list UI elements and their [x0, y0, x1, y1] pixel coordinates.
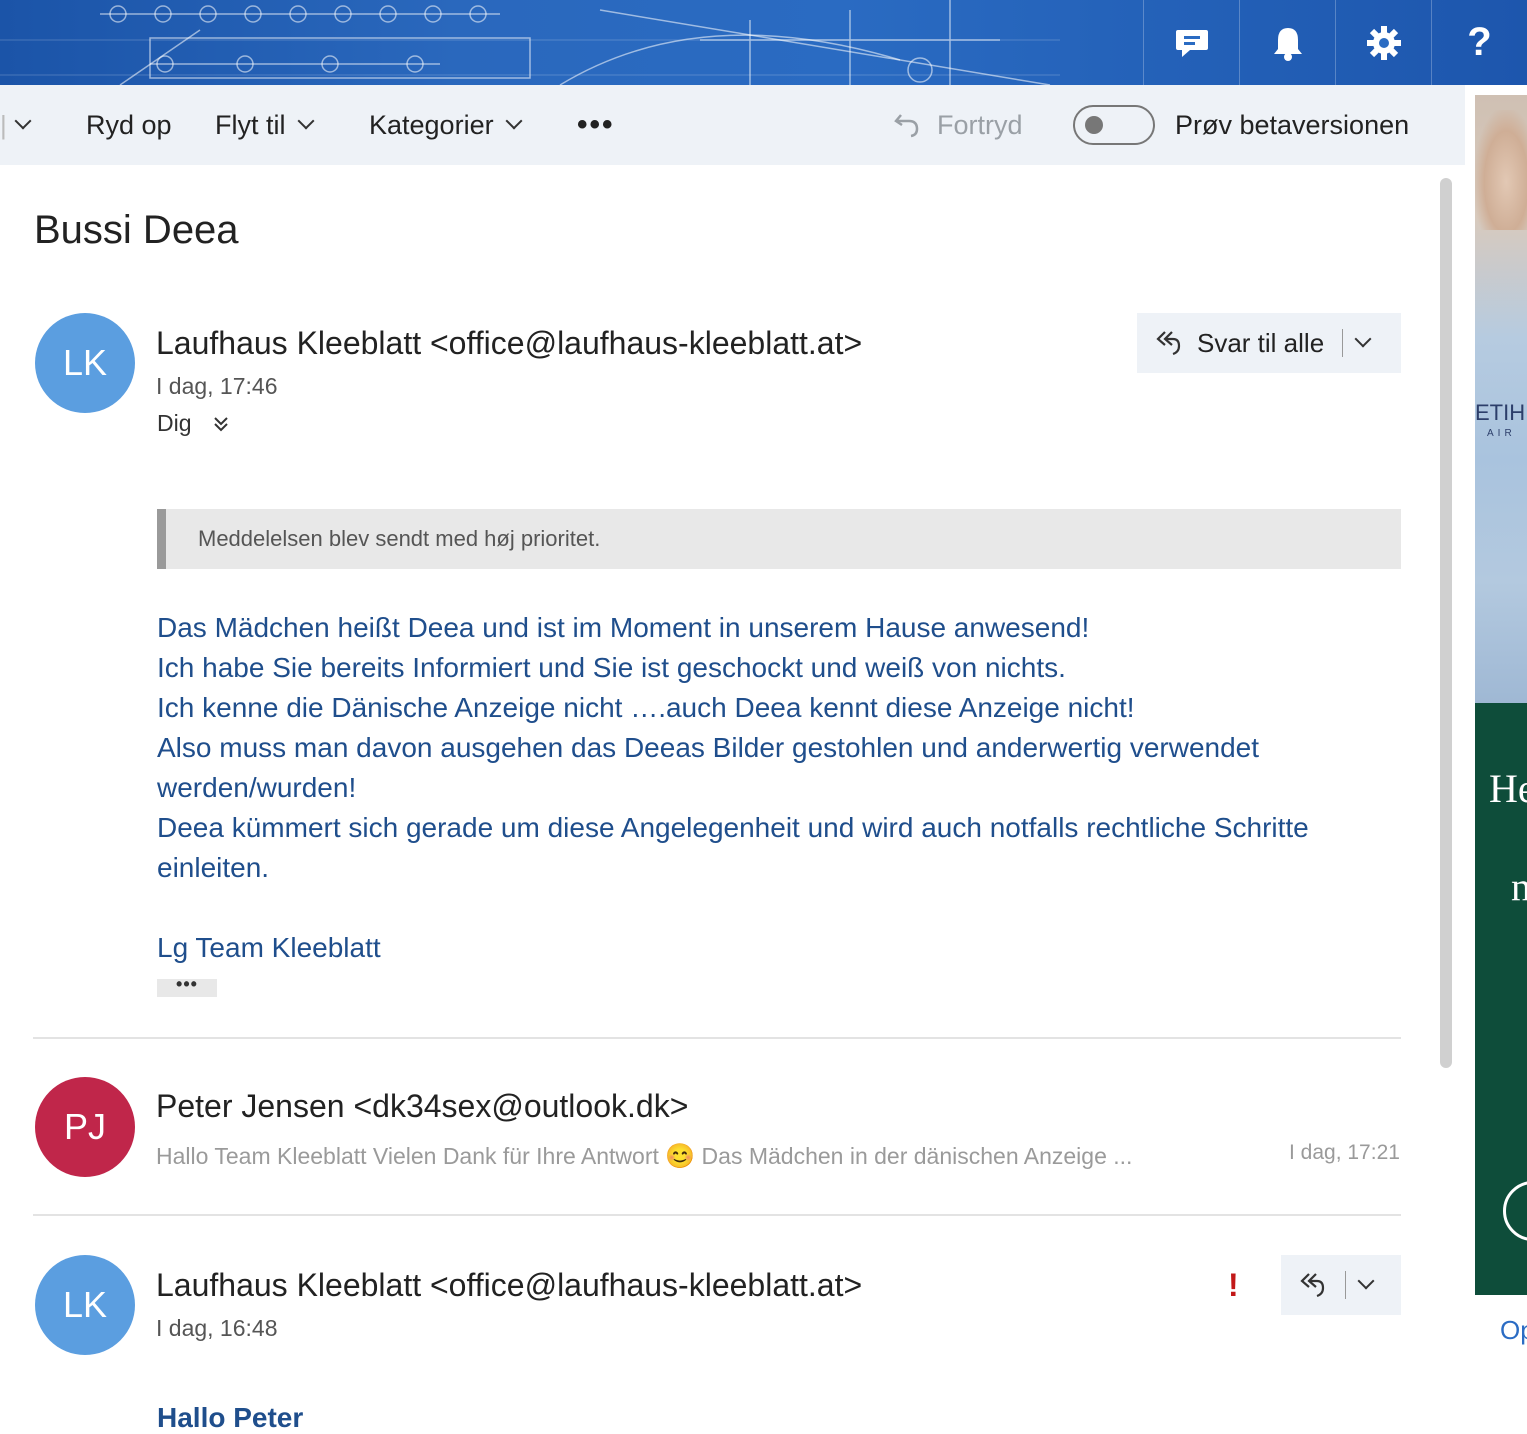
help-icon[interactable]: ? — [1431, 0, 1527, 85]
avatar[interactable]: LK — [35, 313, 135, 413]
body-line: Ich habe Sie bereits Informiert und Sie … — [157, 652, 1066, 683]
sweep-button[interactable]: Ryd op — [86, 85, 172, 165]
body-line: Also muss man davon ausgehen das Deeas B… — [157, 732, 1260, 763]
reply-all-icon — [1156, 331, 1181, 356]
categories-button[interactable]: Kategorier — [369, 85, 523, 165]
categories-label: Kategorier — [369, 109, 494, 140]
ad-line: n — [1511, 864, 1527, 909]
show-quoted-label: ••• — [176, 974, 198, 994]
ad-photo: ETIH AIR — [1475, 95, 1527, 703]
message-time: I dag, 17:46 — [156, 373, 278, 399]
body-line: werden/wurden! — [157, 772, 357, 803]
advertisement-panel[interactable]: ETIH AIR He n — [1475, 95, 1527, 1295]
sweep-label: Ryd op — [86, 109, 172, 140]
body-line: Ich kenne die Dänische Anzeige nicht ….a… — [157, 692, 1135, 723]
reply-all-button[interactable]: Svar til alle — [1137, 313, 1401, 373]
priority-notice: Meddelelsen blev sendt med høj prioritet… — [157, 509, 1401, 569]
priority-notice-text: Meddelelsen blev sendt med høj prioritet… — [198, 526, 601, 551]
sender-name[interactable]: Laufhaus Kleeblatt <office@laufhaus-klee… — [156, 1267, 862, 1304]
header-banner: ? — [0, 0, 1527, 85]
ad-heading: He — [1489, 766, 1527, 811]
more-actions-button[interactable]: ••• — [577, 85, 615, 165]
toolbar-overflow-dropdown[interactable]: | — [0, 85, 32, 165]
more-actions-label: ••• — [577, 108, 615, 141]
reading-pane-scrollbar[interactable] — [1440, 178, 1452, 1068]
chevron-down-icon — [505, 112, 523, 130]
beta-toggle[interactable] — [1073, 85, 1155, 165]
signature: Lg Team Kleeblatt — [157, 932, 381, 963]
high-importance-icon: ! — [1228, 1267, 1239, 1303]
undo-label: Fortryd — [937, 109, 1023, 140]
body-line: einleiten. — [157, 852, 270, 883]
message-subject: Bussi Deea — [34, 208, 239, 252]
sender-name[interactable]: Laufhaus Kleeblatt <office@laufhaus-klee… — [156, 325, 862, 362]
thread-divider — [33, 1037, 1401, 1039]
ad-jersey-subtext: AIR — [1487, 428, 1516, 439]
avatar[interactable]: LK — [35, 1255, 135, 1355]
body-line: Deea kümmert sich gerade um diese Angele… — [157, 812, 1309, 843]
ad-link[interactable]: Op — [1500, 1315, 1527, 1346]
recipient-label: Dig — [157, 410, 192, 436]
avatar-initials: PJ — [63, 1106, 106, 1147]
command-toolbar: | Ryd op Flyt til Kategorier ••• Fortryd… — [0, 85, 1465, 165]
gear-icon[interactable] — [1335, 0, 1431, 85]
preview-text: Hallo Team Kleeblatt Vielen Dank für Ihr… — [156, 1143, 659, 1169]
show-quoted-text-button[interactable]: ••• — [157, 975, 217, 997]
expand-recipients-icon[interactable] — [212, 415, 230, 433]
avatar-initials: LK — [62, 1284, 108, 1325]
smiley-emoji-icon: 😊 — [665, 1143, 696, 1170]
avatar[interactable]: PJ — [35, 1077, 135, 1177]
bell-icon[interactable] — [1239, 0, 1335, 85]
recipients-row[interactable]: Dig — [157, 410, 230, 437]
avatar-initials: LK — [62, 342, 108, 383]
beta-toggle-switch[interactable] — [1073, 105, 1155, 145]
message-preview[interactable]: Hallo Team Kleeblatt Vielen Dank für Ihr… — [156, 1142, 1132, 1171]
move-to-button[interactable]: Flyt til — [215, 85, 314, 165]
chevron-down-icon — [297, 112, 314, 130]
move-to-label: Flyt til — [215, 109, 286, 140]
beta-label: Prøv betaversionen — [1175, 109, 1410, 140]
body-greeting: Hallo Peter — [157, 1402, 304, 1433]
ad-banner: He n — [1475, 703, 1527, 1295]
reply-options-chevron-icon[interactable] — [1354, 330, 1372, 348]
ad-jersey-text: ETIH — [1475, 400, 1526, 425]
body-line: Das Mädchen heißt Deea und ist im Moment… — [157, 612, 1090, 643]
message-time: I dag, 16:48 — [156, 1315, 278, 1341]
chat-icon[interactable] — [1143, 0, 1239, 85]
preview-text: Das Mädchen in der dänischen Anzeige ... — [701, 1143, 1133, 1169]
reply-all-button[interactable] — [1281, 1255, 1401, 1315]
reply-all-icon — [1300, 1273, 1325, 1298]
undo-icon — [894, 114, 919, 138]
sender-name[interactable]: Peter Jensen <dk34sex@outlook.dk> — [156, 1088, 688, 1125]
undo-button[interactable]: Fortryd — [893, 85, 1023, 165]
reply-all-label: Svar til alle — [1197, 327, 1325, 358]
reply-options-chevron-icon[interactable] — [1357, 1272, 1375, 1290]
message-time: I dag, 17:21 — [1289, 1141, 1400, 1164]
blueprint-pattern — [0, 0, 1060, 85]
ad-logo — [1503, 1181, 1527, 1241]
beta-label-item: Prøv betaversionen — [1175, 85, 1409, 165]
thread-divider — [33, 1214, 1401, 1216]
